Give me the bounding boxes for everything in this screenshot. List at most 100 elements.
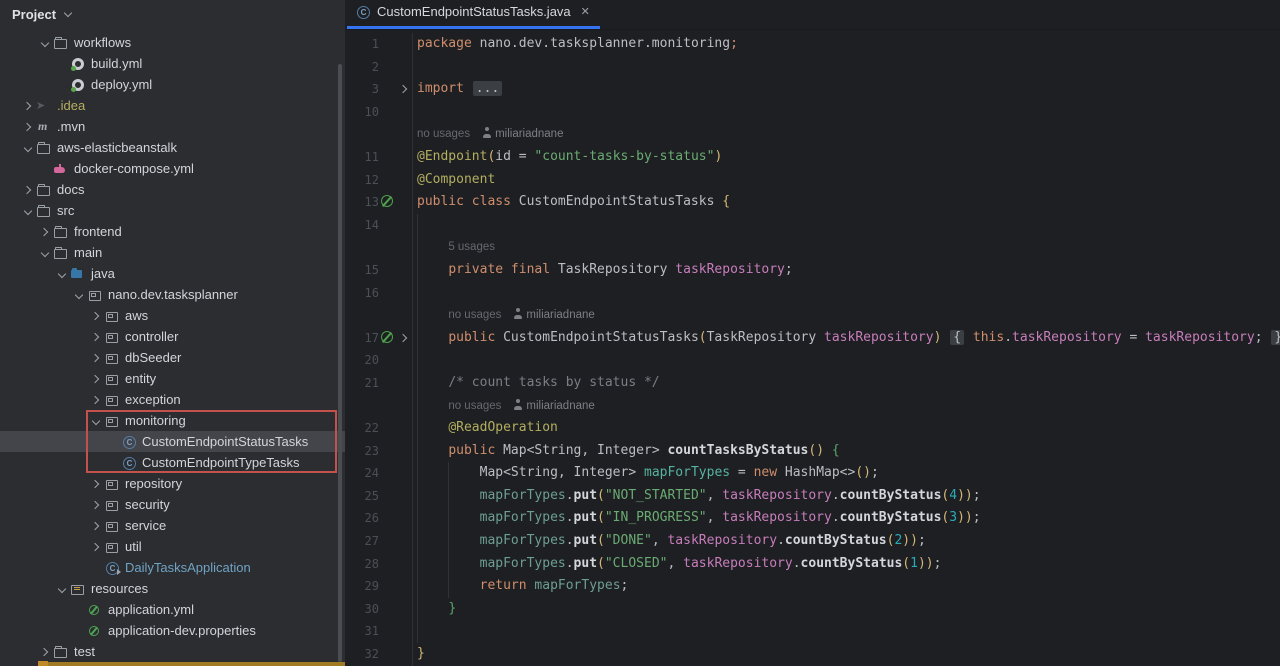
code-line[interactable]: 28 mapForTypes.put("CLOSED", taskReposit… (345, 553, 1280, 576)
code-line[interactable]: 23 public Map<String, Integer> countTask… (345, 440, 1280, 463)
chevron-right-icon[interactable] (90, 477, 104, 491)
chevron-down-icon[interactable] (90, 414, 104, 428)
chevron-right-icon[interactable] (90, 393, 104, 407)
tree-item[interactable]: java (0, 263, 345, 284)
folder-icon (53, 225, 69, 239)
code-line[interactable]: 13 public class CustomEndpointStatusTask… (345, 191, 1280, 214)
chevron-right-icon[interactable] (90, 309, 104, 323)
tree-item[interactable]: resources (0, 578, 345, 599)
tree-item[interactable]: util (0, 536, 345, 557)
code-line[interactable]: 14 (345, 214, 1280, 237)
chevron-right-icon[interactable] (90, 330, 104, 344)
chevron-down-icon[interactable] (39, 36, 53, 50)
code-line[interactable]: no usagesmiliariadnane (345, 304, 1280, 327)
code-line[interactable]: 27 mapForTypes.put("DONE", taskRepositor… (345, 530, 1280, 553)
tree-item[interactable]: build.yml (0, 53, 345, 74)
tree-item[interactable]: docs (0, 179, 345, 200)
tree-item[interactable]: security (0, 494, 345, 515)
chevron-right-icon[interactable] (39, 225, 53, 239)
spring-bean-icon[interactable] (379, 330, 398, 346)
code-line[interactable]: 10 (345, 101, 1280, 124)
code-line[interactable]: 2 (345, 56, 1280, 79)
code-line[interactable]: 24 Map<String, Integer> mapForTypes = ne… (345, 462, 1280, 485)
code-text: } (412, 598, 1280, 621)
docker-icon (53, 162, 69, 176)
code-text: public class CustomEndpointStatusTasks { (412, 191, 1280, 214)
editor-tab[interactable]: CustomEndpointStatusTasks.java ✕ (347, 0, 600, 29)
chevron-right-icon[interactable] (90, 351, 104, 365)
tree-item[interactable]: workflows (0, 32, 345, 53)
code-line[interactable]: 15 private final TaskRepository taskRepo… (345, 259, 1280, 282)
tree-item[interactable]: frontend (0, 221, 345, 242)
chevron-right-icon[interactable] (90, 498, 104, 512)
tree-item[interactable]: application.yml (0, 599, 345, 620)
spring-bean-icon[interactable] (379, 194, 398, 210)
code-line[interactable]: 26 mapForTypes.put("IN_PROGRESS", taskRe… (345, 507, 1280, 530)
tree-item[interactable]: entity (0, 368, 345, 389)
tree-item[interactable]: controller (0, 326, 345, 347)
code-line[interactable]: 3 import ... (345, 78, 1280, 101)
project-panel: Project workflows build.yml deploy.yml .… (0, 0, 345, 666)
code-line[interactable]: 1 package nano.dev.tasksplanner.monitori… (345, 33, 1280, 56)
code-line[interactable]: 16 (345, 282, 1280, 305)
project-panel-header[interactable]: Project (0, 0, 345, 28)
tree-item[interactable]: service (0, 515, 345, 536)
tree-item[interactable]: .mvn (0, 116, 345, 137)
chevron-right-icon[interactable] (90, 372, 104, 386)
chevron-down-icon[interactable] (22, 204, 36, 218)
tree-item[interactable]: exception (0, 389, 345, 410)
code-line[interactable]: 20 (345, 349, 1280, 372)
code-line[interactable]: 31 (345, 620, 1280, 643)
ide-window: Project workflows build.yml deploy.yml .… (0, 0, 1280, 666)
chevron-down-icon[interactable] (56, 582, 70, 596)
code-line[interactable]: 29 return mapForTypes; (345, 575, 1280, 598)
horizontal-scrollbar[interactable] (38, 662, 345, 666)
code-line[interactable]: 11 @Endpoint(id = "count-tasks-by-status… (345, 146, 1280, 169)
vertical-scrollbar[interactable] (338, 64, 342, 662)
tree-item[interactable]: deploy.yml (0, 74, 345, 95)
close-icon[interactable]: ✕ (581, 5, 590, 18)
tree-item-label: util (125, 539, 142, 554)
code-line[interactable]: 22 @ReadOperation (345, 417, 1280, 440)
tree-item[interactable]: CustomEndpointStatusTasks (0, 431, 345, 452)
chevron-down-icon[interactable] (63, 9, 73, 19)
chevron-right-icon[interactable] (22, 183, 36, 197)
code-line[interactable]: 12 @Component (345, 169, 1280, 192)
tree-item[interactable]: repository (0, 473, 345, 494)
tree-item[interactable]: src (0, 200, 345, 221)
chevron-down-icon[interactable] (22, 141, 36, 155)
tree-item[interactable]: .idea (0, 95, 345, 116)
code-line[interactable]: 21 /* count tasks by status */ (345, 372, 1280, 395)
tree-item[interactable]: nano.dev.tasksplanner (0, 284, 345, 305)
tree-item[interactable]: main (0, 242, 345, 263)
code-line[interactable]: 30 } (345, 598, 1280, 621)
line-number: 12 (345, 169, 379, 192)
tree-item[interactable]: aws (0, 305, 345, 326)
code-line[interactable]: 25 mapForTypes.put("NOT_STARTED", taskRe… (345, 485, 1280, 508)
code-text: 5 usages (412, 236, 1280, 259)
tree-item[interactable]: CustomEndpointTypeTasks (0, 452, 345, 473)
chevron-right-icon[interactable] (39, 645, 53, 659)
code-line[interactable]: 17 public CustomEndpointStatusTasks(Task… (345, 327, 1280, 350)
tree-item[interactable]: dbSeeder (0, 347, 345, 368)
tree-item[interactable]: docker-compose.yml (0, 158, 345, 179)
fold-arrow-icon[interactable] (398, 81, 412, 97)
code-line[interactable]: 5 usages (345, 236, 1280, 259)
chevron-right-icon[interactable] (22, 99, 36, 113)
chevron-right-icon[interactable] (22, 120, 36, 134)
chevron-down-icon[interactable] (56, 267, 70, 281)
tree-item[interactable]: test (0, 641, 345, 662)
code-line[interactable]: 32 } (345, 643, 1280, 666)
chevron-down-icon[interactable] (73, 288, 87, 302)
tree-item[interactable]: DailyTasksApplication (0, 557, 345, 578)
tree-item[interactable]: application-dev.properties (0, 620, 345, 641)
chevron-right-icon[interactable] (90, 519, 104, 533)
fold-arrow-icon[interactable] (398, 330, 412, 346)
tree-item[interactable]: monitoring (0, 410, 345, 431)
chevron-down-icon[interactable] (39, 246, 53, 260)
code-line[interactable]: no usagesmiliariadnane (345, 395, 1280, 418)
code-line[interactable]: no usagesmiliariadnane (345, 123, 1280, 146)
code-area[interactable]: 1 package nano.dev.tasksplanner.monitori… (345, 30, 1280, 666)
tree-item[interactable]: aws-elasticbeanstalk (0, 137, 345, 158)
chevron-right-icon[interactable] (90, 540, 104, 554)
